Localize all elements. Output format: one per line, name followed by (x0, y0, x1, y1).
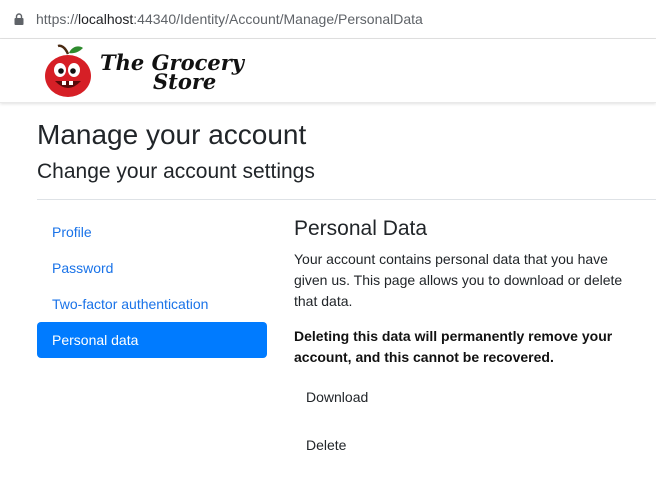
sidebar-item-profile[interactable]: Profile (37, 214, 267, 250)
sidebar-item-personal-data[interactable]: Personal data (37, 322, 267, 358)
site-navbar (0, 39, 656, 103)
personal-data-panel: Personal Data Your account contains pers… (294, 214, 639, 368)
address-url[interactable]: https://localhost:44340/Identity/Account… (36, 11, 423, 27)
brand-name-line2[interactable]: Store (153, 71, 216, 92)
section-divider (37, 199, 656, 200)
section-heading: Personal Data (294, 217, 428, 240)
account-sidebar: Profile Password Two-factor authenticati… (37, 214, 267, 358)
warning-text: Deleting this data will permanently remo… (294, 328, 613, 365)
page-title: Manage your account (37, 119, 307, 150)
browser-address-bar[interactable]: https://localhost:44340/Identity/Account… (0, 0, 656, 39)
apple-logo-icon[interactable] (42, 43, 94, 99)
description-text: Your account contains personal data that… (294, 251, 623, 309)
sidebar-item-two-factor[interactable]: Two-factor authentication (37, 286, 267, 322)
download-button[interactable]: Download (294, 379, 380, 415)
delete-button[interactable]: Delete (294, 427, 358, 463)
page-subtitle: Change your account settings (37, 160, 315, 183)
lock-icon (14, 13, 24, 25)
sidebar-item-password[interactable]: Password (37, 250, 267, 286)
